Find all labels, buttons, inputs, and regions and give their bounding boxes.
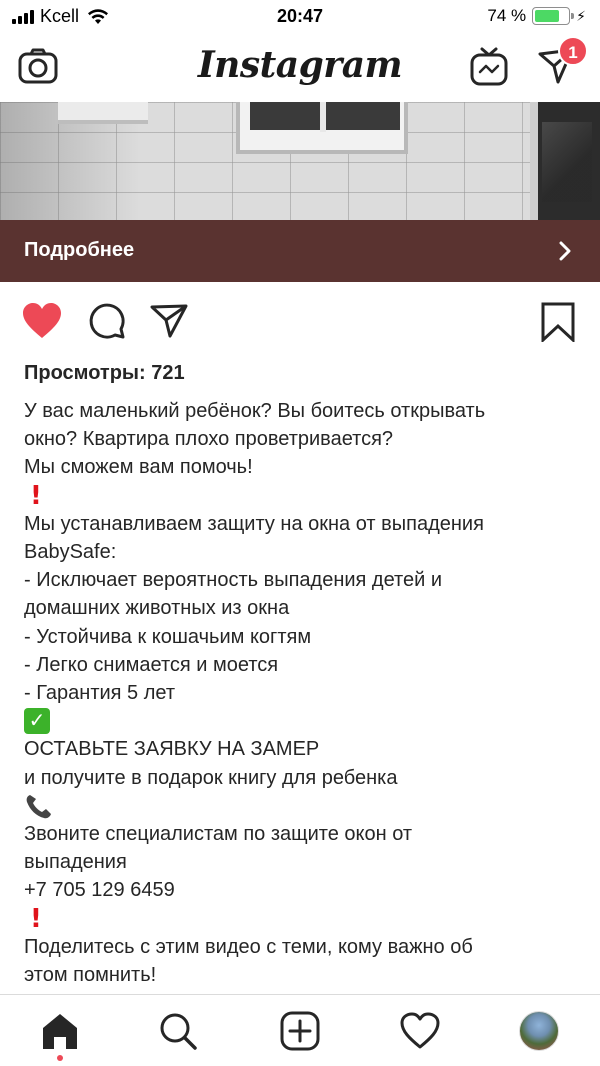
- wall-window-center: [236, 102, 408, 154]
- caption-line: домашних животных из окна: [24, 597, 290, 620]
- caption-line: этом помнить!: [24, 964, 157, 986]
- caption-emoji-row: !: [24, 905, 580, 933]
- charging-bolt-icon: ⚡: [576, 7, 586, 24]
- caption-line: Звоните специалистам по защите окон от: [24, 823, 413, 845]
- caption-line: Мы устанавливаем защиту на окна от выпад…: [24, 512, 484, 535]
- caption-line: - Легко снимается и моется: [24, 653, 279, 676]
- profile-avatar[interactable]: [519, 1011, 559, 1051]
- caption-line: Мы сможем вам помочь!: [24, 456, 253, 479]
- bookmark-icon[interactable]: [540, 302, 576, 342]
- caption-emoji-row: !: [24, 482, 580, 510]
- telephone-receiver-emoji: [26, 794, 51, 819]
- caption-line: - Устойчива к кошачьим когтям: [24, 625, 312, 648]
- exclamation-emoji: !: [30, 480, 42, 511]
- view-count: Просмотры: 721: [24, 362, 185, 384]
- caption-line: и получите в подарок книгу для ребенка: [24, 766, 398, 789]
- chevron-right-icon: [559, 241, 571, 261]
- status-bar: Kcell 20:47 74 % ⚡: [0, 0, 600, 34]
- caption-line: Поделитесь с этим видео с теми, кому важ…: [24, 935, 473, 958]
- learn-more-label: Подробнее: [24, 239, 135, 261]
- post-actions: [0, 300, 600, 344]
- check-mark-emoji: ✓: [24, 708, 50, 735]
- home-active-dot: [57, 1055, 63, 1061]
- battery-level-fill: [535, 10, 560, 22]
- app-header: Instagram 1: [0, 34, 600, 102]
- comment-icon[interactable]: [88, 302, 126, 340]
- caption-line: BabySafe:: [24, 541, 117, 563]
- battery-percent: 74 %: [487, 6, 527, 25]
- share-icon[interactable]: [150, 304, 188, 338]
- wall-window-left: [58, 102, 148, 124]
- bottom-tab-bar: [0, 994, 600, 1066]
- window-frame-bar: [320, 102, 326, 132]
- exclamation-emoji: !: [30, 903, 42, 934]
- search-icon[interactable]: [158, 1011, 198, 1051]
- caption-line: ОСТАВЬТЕ ЗАЯВКУ НА ЗАМЕР: [24, 738, 320, 761]
- caption-line: выпадения: [24, 851, 127, 874]
- learn-more-bar[interactable]: Подробнее: [0, 220, 600, 282]
- post-caption: У вас маленький ребёнок? Вы боитесь откр…: [24, 397, 580, 989]
- igtv-icon[interactable]: [470, 46, 508, 86]
- home-icon[interactable]: [40, 1011, 80, 1051]
- activity-heart-icon[interactable]: [400, 1011, 440, 1051]
- caption-emoji-row: [24, 792, 580, 820]
- battery-icon: [532, 7, 575, 25]
- direct-notification-badge: 1: [558, 36, 588, 66]
- new-post-icon[interactable]: [280, 1011, 320, 1051]
- heart-icon[interactable]: [22, 302, 62, 340]
- phone-number[interactable]: +7 705 129 6459: [24, 876, 580, 904]
- caption-line: У вас маленький ребёнок? Вы боитесь откр…: [24, 400, 486, 422]
- caption-line: - Исключает вероятность выпадения детей …: [24, 569, 443, 592]
- caption-line: - Гарантия 5 лет: [24, 682, 176, 705]
- caption-emoji-row: ✓: [24, 707, 580, 735]
- post-video[interactable]: [0, 102, 600, 220]
- status-right: 74 % ⚡: [487, 6, 586, 26]
- wall-window-right: [530, 102, 600, 220]
- instagram-logo: Instagram: [197, 44, 403, 86]
- caption-line: окно? Квартира плохо проветривается?: [24, 428, 394, 451]
